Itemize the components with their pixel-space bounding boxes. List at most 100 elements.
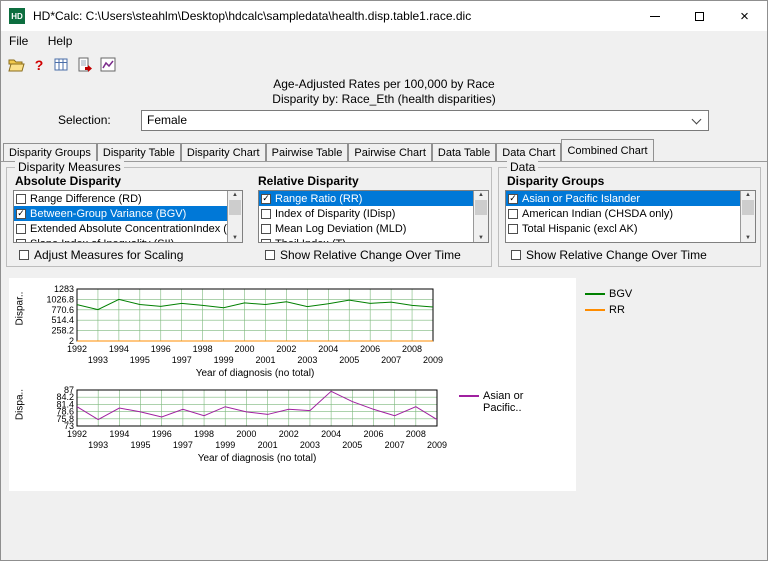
- chart-icon[interactable]: [98, 55, 118, 75]
- svg-text:1998: 1998: [194, 429, 214, 439]
- menu-file[interactable]: File: [1, 31, 36, 51]
- svg-text:?: ?: [35, 57, 44, 73]
- tab-pairwise-chart[interactable]: Pairwise Chart: [348, 143, 432, 161]
- selection-label: Selection:: [58, 113, 111, 127]
- absolute-disparity-heading: Absolute Disparity: [15, 174, 121, 188]
- svg-text:2006: 2006: [363, 429, 383, 439]
- tab-data-table[interactable]: Data Table: [432, 143, 496, 161]
- combined-chart: 2258.2514.4770.61026.8128319921993199419…: [35, 281, 580, 383]
- legend-line-sample: [585, 309, 605, 311]
- scroll-down-icon[interactable]: ▼: [741, 235, 755, 241]
- disparity-groups-list[interactable]: Asian or Pacific IslanderAmerican Indian…: [505, 190, 756, 243]
- legend-label: Asian orPacific..: [483, 390, 523, 414]
- checkbox-icon[interactable]: [16, 209, 26, 219]
- list-item-label: Extended Absolute ConcentrationIndex (: [30, 223, 227, 235]
- tab-disparity-chart[interactable]: Disparity Chart: [181, 143, 266, 161]
- menu-bar: File Help: [1, 31, 767, 53]
- list-item-american-indian-chsda-only[interactable]: American Indian (CHSDA only): [506, 206, 740, 221]
- svg-text:1283: 1283: [54, 284, 74, 294]
- scroll-down-icon[interactable]: ▼: [474, 235, 488, 241]
- group-label: Data: [507, 160, 538, 174]
- list-item-theil-index-t[interactable]: Theil Index (T): [259, 236, 473, 243]
- relative-disparity-heading: Relative Disparity: [258, 174, 359, 188]
- tab-data-chart[interactable]: Data Chart: [496, 143, 561, 161]
- svg-text:1998: 1998: [193, 344, 213, 354]
- tab-combined-chart[interactable]: Combined Chart: [561, 139, 653, 161]
- minimize-button[interactable]: [632, 1, 677, 31]
- checkbox-icon[interactable]: [261, 194, 271, 204]
- svg-text:2008: 2008: [406, 429, 426, 439]
- plot-border: [77, 390, 437, 426]
- chart1-legend: BGVRR: [585, 288, 632, 320]
- list-item-extended-absolute-concentratio[interactable]: Extended Absolute ConcentrationIndex (: [14, 221, 227, 236]
- chevron-down-icon: [692, 115, 702, 125]
- checkbox-icon[interactable]: [511, 250, 521, 260]
- export-table-icon[interactable]: [52, 55, 72, 75]
- list-item-between-group-variance-bgv[interactable]: Between-Group Variance (BGV): [14, 206, 227, 221]
- checkbox-icon[interactable]: [261, 209, 271, 219]
- list-item-label: Theil Index (T): [275, 238, 346, 244]
- checkbox-icon[interactable]: [508, 209, 518, 219]
- disparity-measures-group: Disparity Measures Absolute Disparity Ra…: [6, 167, 492, 267]
- scroll-up-icon[interactable]: ▲: [741, 192, 755, 198]
- checkbox-icon[interactable]: [508, 224, 518, 234]
- data-group: Data Disparity Groups Asian or Pacific I…: [498, 167, 761, 267]
- checkbox-icon[interactable]: [261, 224, 271, 234]
- svg-text:1992: 1992: [67, 429, 87, 439]
- relative-change-checkbox[interactable]: Show Relative Change Over Time: [511, 248, 707, 262]
- header-line1: Age-Adjusted Rates per 100,000 by Race: [1, 77, 767, 91]
- axis-labels: 7375.878.681.484.28719921993199419951996…: [56, 385, 447, 464]
- plot-border: [77, 289, 433, 341]
- scroll-up-icon[interactable]: ▲: [228, 192, 242, 198]
- close-button[interactable]: ×: [722, 1, 767, 31]
- legend-entry: Asian orPacific..: [459, 390, 523, 414]
- list-item-index-of-disparity-idisp[interactable]: Index of Disparity (IDisp): [259, 206, 473, 221]
- checkbox-icon[interactable]: [261, 239, 271, 244]
- svg-text:87: 87: [64, 385, 74, 395]
- list-item-total-hispanic-excl-ak[interactable]: Total Hispanic (excl AK): [506, 221, 740, 236]
- legend-entry: BGV: [585, 288, 632, 300]
- svg-text:2005: 2005: [339, 355, 359, 365]
- absolute-disparity-list[interactable]: Range Difference (RD) Between-Group Varia…: [13, 190, 243, 243]
- help-icon[interactable]: ?: [29, 55, 49, 75]
- tab-pairwise-table[interactable]: Pairwise Table: [266, 143, 349, 161]
- selection-value: Female: [147, 113, 187, 127]
- svg-text:2006: 2006: [360, 344, 380, 354]
- list-item-range-ratio-rr[interactable]: Range Ratio (RR): [259, 191, 473, 206]
- checkbox-icon[interactable]: [16, 194, 26, 204]
- scrollbar[interactable]: ▲ ▼: [227, 191, 242, 242]
- scroll-down-icon[interactable]: ▼: [228, 235, 242, 241]
- maximize-button[interactable]: [677, 1, 722, 31]
- checkbox-icon[interactable]: [19, 250, 29, 260]
- list-item-slope-index-of-inequality-sii[interactable]: Slope Index of Inequality (SII): [14, 236, 227, 243]
- scrollbar-thumb[interactable]: [475, 200, 487, 215]
- list-item-label: Between-Group Variance (BGV): [30, 208, 186, 220]
- selection-dropdown[interactable]: Female: [141, 110, 709, 131]
- svg-text:2009: 2009: [427, 440, 447, 450]
- relative-change-checkbox[interactable]: Show Relative Change Over Time: [265, 248, 461, 262]
- svg-text:1996: 1996: [152, 429, 172, 439]
- scroll-up-icon[interactable]: ▲: [474, 192, 488, 198]
- tab-disparity-table[interactable]: Disparity Table: [97, 143, 181, 161]
- checkbox-icon[interactable]: [265, 250, 275, 260]
- relative-disparity-list[interactable]: Range Ratio (RR)Index of Disparity (IDis…: [258, 190, 489, 243]
- svg-text:2004: 2004: [321, 429, 341, 439]
- group-rates-chart: 7375.878.681.484.28719921993199419951996…: [35, 384, 455, 469]
- export-report-icon[interactable]: [75, 55, 95, 75]
- scrollbar-thumb[interactable]: [742, 200, 754, 215]
- list-item-mean-log-deviation-mld[interactable]: Mean Log Deviation (MLD): [259, 221, 473, 236]
- open-file-icon[interactable]: [6, 55, 26, 75]
- adjust-scaling-checkbox[interactable]: Adjust Measures for Scaling: [19, 248, 183, 262]
- menu-help[interactable]: Help: [40, 31, 81, 51]
- checkbox-icon[interactable]: [16, 224, 26, 234]
- svg-text:2009: 2009: [423, 355, 443, 365]
- list-rows: Range Difference (RD) Between-Group Varia…: [14, 191, 227, 243]
- checkbox-icon[interactable]: [508, 194, 518, 204]
- scrollbar-thumb[interactable]: [229, 200, 241, 215]
- tab-disparity-groups[interactable]: Disparity Groups: [3, 143, 97, 161]
- list-item-range-difference-rd[interactable]: Range Difference (RD): [14, 191, 227, 206]
- list-item-asian-or-pacific-islander[interactable]: Asian or Pacific Islander: [506, 191, 740, 206]
- scrollbar[interactable]: ▲ ▼: [473, 191, 488, 242]
- scrollbar[interactable]: ▲ ▼: [740, 191, 755, 242]
- checkbox-icon[interactable]: [16, 239, 26, 244]
